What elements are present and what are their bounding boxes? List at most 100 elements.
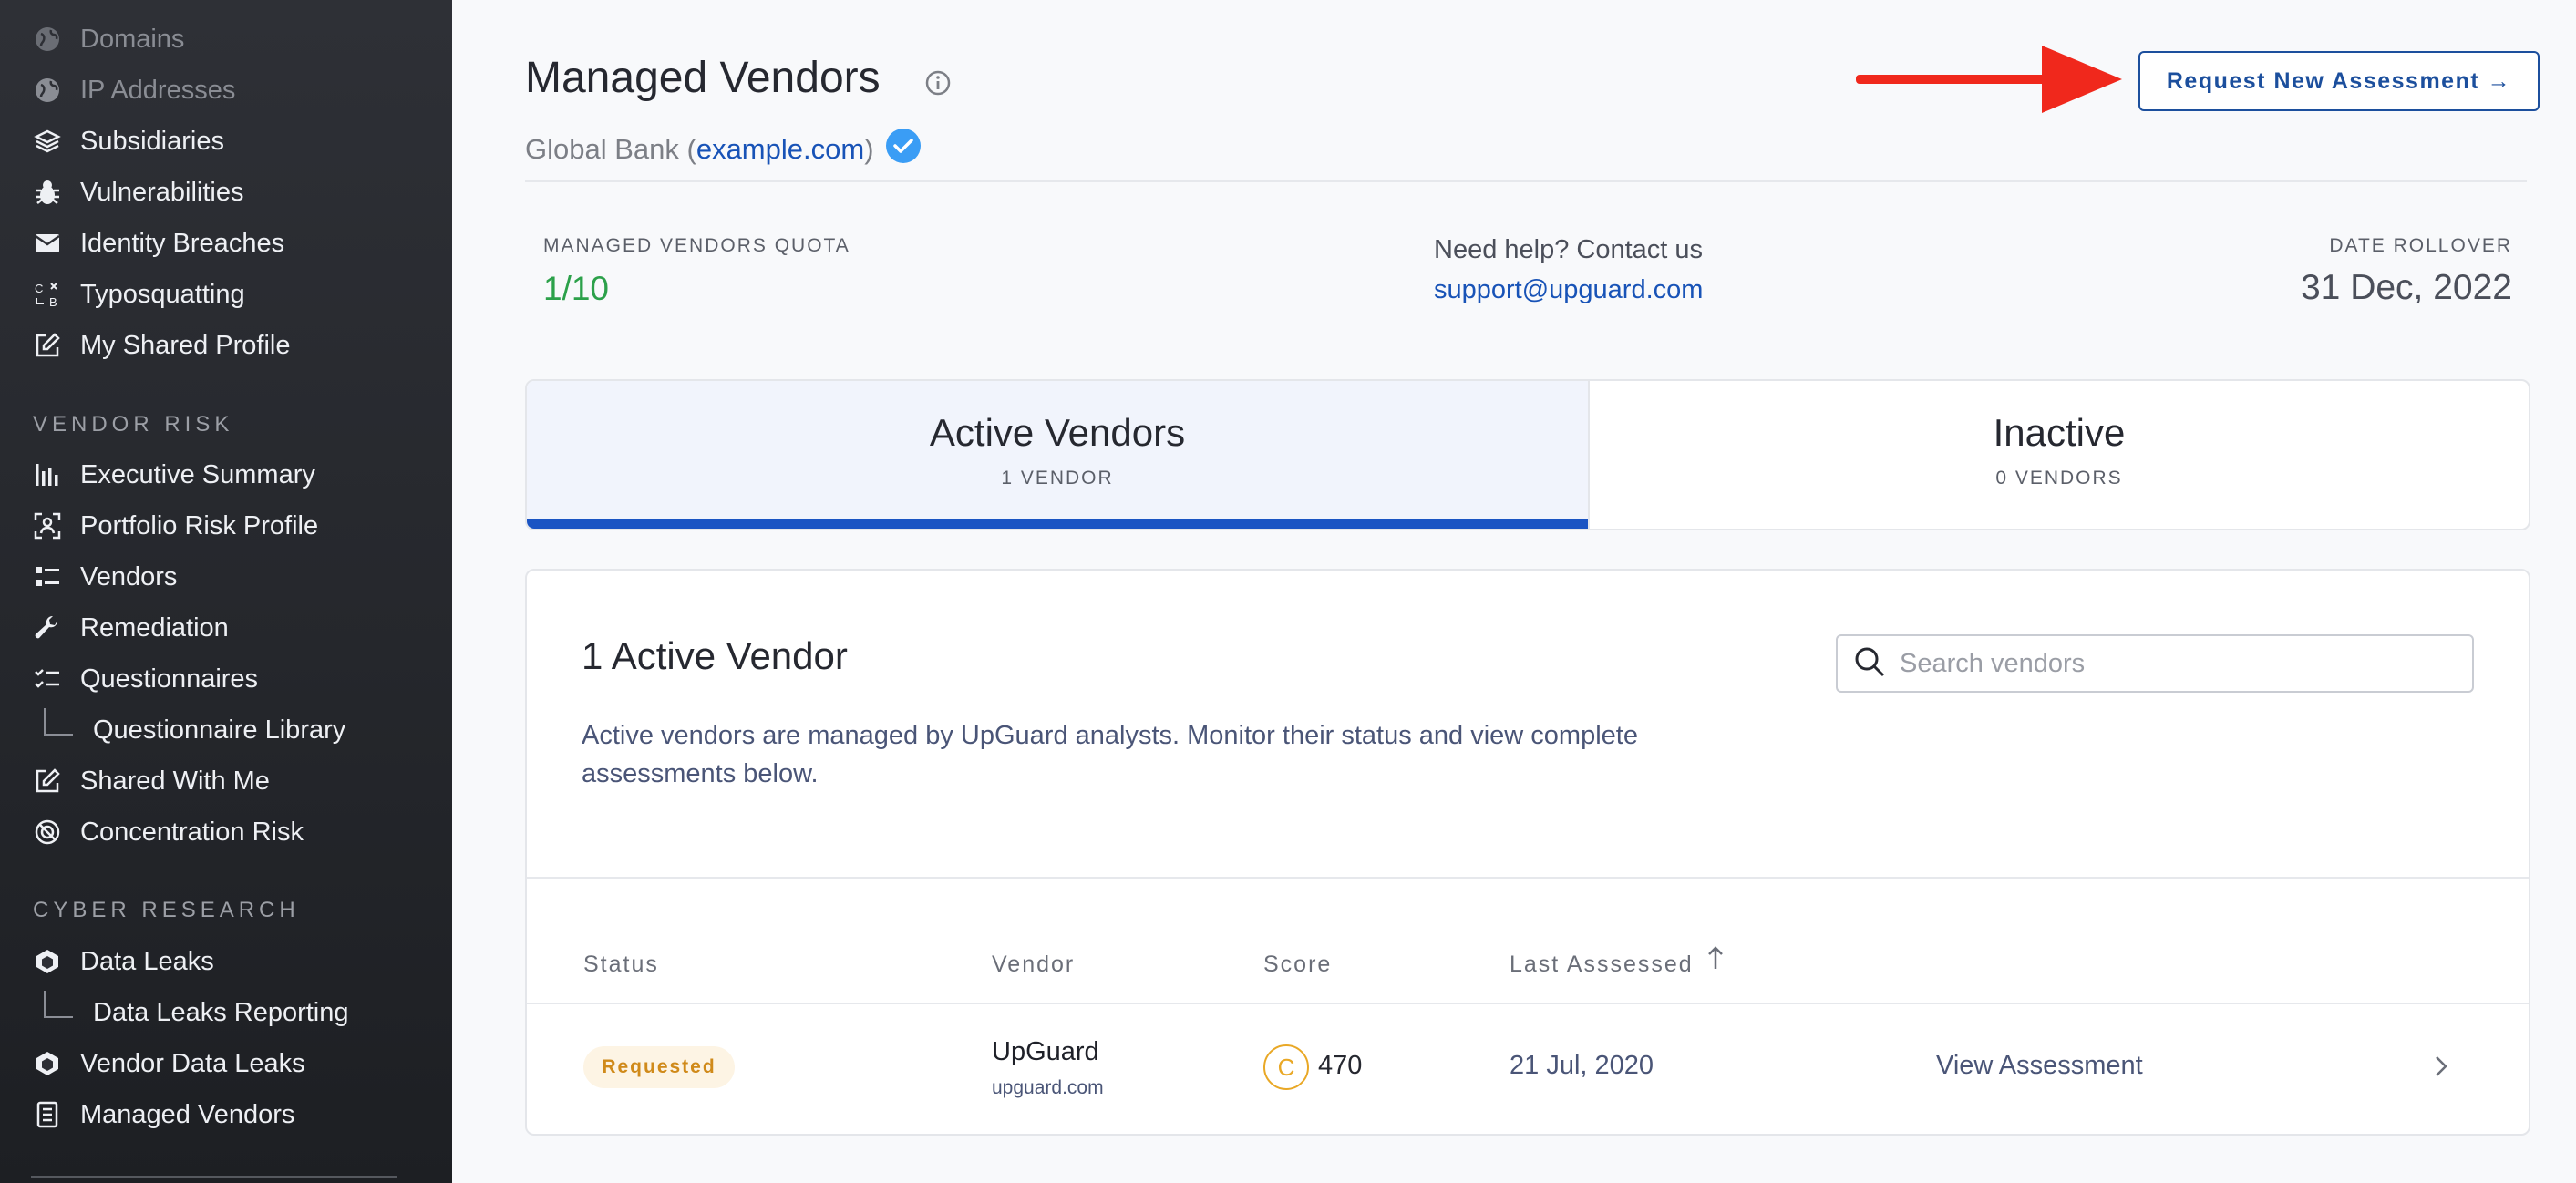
sidebar-item-label: IP Addresses bbox=[80, 75, 236, 105]
sidebar-item-label: Executive Summary bbox=[80, 459, 315, 489]
sidebar-item-typosquatting[interactable]: CB Typosquatting bbox=[31, 274, 245, 314]
wrench-icon bbox=[31, 612, 64, 644]
typosquat-icon: CB bbox=[31, 278, 64, 311]
sidebar-item-label: Vendor Data Leaks bbox=[80, 1048, 305, 1078]
list-icon bbox=[31, 561, 64, 593]
globe-icon bbox=[31, 74, 64, 107]
sidebar-item-vendor-data-leaks[interactable]: Vendor Data Leaks bbox=[31, 1044, 305, 1084]
sidebar: Domains IP Addresses Subsidiaries Vulner… bbox=[0, 0, 452, 1183]
main-content: Managed Vendors Global Bank (example.com… bbox=[452, 0, 2576, 1183]
tab-active-vendors[interactable]: Active Vendors 1 VENDOR bbox=[527, 381, 1590, 529]
search-icon bbox=[1852, 644, 1887, 684]
sidebar-item-label: Questionnaires bbox=[80, 664, 259, 694]
sidebar-item-label: Shared With Me bbox=[80, 766, 270, 796]
bug-icon bbox=[31, 176, 64, 209]
quota-label: MANAGED VENDORS QUOTA bbox=[543, 235, 850, 256]
section-vendor-risk: VENDOR RISK bbox=[33, 412, 234, 437]
sidebar-divider bbox=[31, 1176, 397, 1178]
sidebar-item-questionnaire-library[interactable]: Questionnaire Library bbox=[44, 708, 346, 750]
sidebar-item-data-leaks-reporting[interactable]: Data Leaks Reporting bbox=[44, 991, 349, 1033]
sidebar-item-label: Data Leaks Reporting bbox=[93, 997, 349, 1027]
annotation-arrow-icon bbox=[1856, 40, 2129, 127]
sidebar-item-label: Portfolio Risk Profile bbox=[80, 510, 319, 540]
cube-icon bbox=[31, 1047, 64, 1080]
card-divider bbox=[527, 877, 2529, 879]
org-name: Global Bank ( bbox=[525, 133, 696, 165]
last-assessed-date: 21 Jul, 2020 bbox=[1510, 1051, 1654, 1080]
page-title: Managed Vendors bbox=[525, 54, 881, 102]
verified-check-icon bbox=[885, 128, 922, 171]
svg-text:B: B bbox=[49, 295, 57, 309]
document-icon bbox=[31, 1098, 64, 1131]
sidebar-item-concentration-risk[interactable]: Concentration Risk bbox=[31, 812, 304, 852]
sidebar-item-label: Data Leaks bbox=[80, 946, 214, 976]
sort-ascending-icon bbox=[1706, 945, 1725, 977]
tree-branch-line bbox=[44, 708, 73, 736]
vendors-card: 1 Active Vendor Active vendors are manag… bbox=[525, 569, 2530, 1136]
sidebar-item-vulnerabilities[interactable]: Vulnerabilities bbox=[31, 172, 243, 212]
sidebar-item-label: Managed Vendors bbox=[80, 1099, 295, 1129]
sidebar-item-ip-addresses[interactable]: IP Addresses bbox=[31, 70, 235, 110]
tab-title: Active Vendors bbox=[929, 411, 1186, 454]
scan-icon bbox=[31, 509, 64, 542]
edit-icon bbox=[31, 765, 64, 797]
tree-branch-line bbox=[44, 991, 73, 1018]
support-email-link[interactable]: support@upguard.com bbox=[1434, 275, 1703, 305]
chevron-right-icon[interactable] bbox=[2432, 1054, 2450, 1084]
sidebar-item-subsidiaries[interactable]: Subsidiaries bbox=[31, 121, 224, 161]
org-domain-link[interactable]: example.com bbox=[696, 133, 864, 166]
score-value: 470 bbox=[1318, 1051, 1363, 1080]
column-header-last-assessed[interactable]: Last Asssessed bbox=[1510, 946, 1725, 978]
status-badge: Requested bbox=[583, 1046, 735, 1088]
column-header-status[interactable]: Status bbox=[583, 952, 659, 978]
sidebar-item-label: Vendors bbox=[80, 561, 178, 592]
sidebar-item-executive-summary[interactable]: Executive Summary bbox=[31, 455, 315, 495]
sidebar-item-label: Subsidiaries bbox=[80, 126, 224, 156]
sidebar-item-label: Vulnerabilities bbox=[80, 177, 244, 207]
column-header-label: Last Asssessed bbox=[1510, 952, 1694, 977]
bar-chart-icon bbox=[31, 458, 64, 491]
vendor-tabs: Active Vendors 1 VENDOR Inactive 0 VENDO… bbox=[525, 379, 2530, 530]
rollover-label: DATE ROLLOVER bbox=[2329, 235, 2512, 256]
page-subtitle: Global Bank (example.com) bbox=[525, 128, 922, 171]
sidebar-item-domains[interactable]: Domains bbox=[31, 19, 184, 59]
sidebar-item-my-shared-profile[interactable]: My Shared Profile bbox=[31, 325, 291, 365]
sidebar-item-label: Remediation bbox=[80, 612, 229, 643]
sidebar-item-label: My Shared Profile bbox=[80, 330, 291, 360]
view-assessment-link[interactable]: View Assessment bbox=[1936, 1051, 2143, 1081]
sidebar-item-vendors[interactable]: Vendors bbox=[31, 557, 177, 597]
column-header-score[interactable]: Score bbox=[1263, 952, 1332, 978]
sidebar-item-remediation[interactable]: Remediation bbox=[31, 608, 229, 648]
edit-icon bbox=[31, 329, 64, 362]
concentration-icon bbox=[31, 816, 64, 849]
envelope-icon bbox=[31, 227, 64, 260]
subtitle-suffix: ) bbox=[864, 133, 874, 165]
request-new-assessment-button[interactable]: Request New Assessment → bbox=[2138, 51, 2540, 111]
sidebar-item-portfolio-risk-profile[interactable]: Portfolio Risk Profile bbox=[31, 506, 318, 546]
quota-value: 1/10 bbox=[543, 270, 610, 307]
sidebar-item-managed-vendors[interactable]: Managed Vendors bbox=[31, 1095, 294, 1135]
card-title: 1 Active Vendor bbox=[582, 634, 848, 677]
search-input[interactable] bbox=[1898, 638, 2472, 689]
column-header-vendor[interactable]: Vendor bbox=[992, 952, 1075, 978]
tab-inactive[interactable]: Inactive 0 VENDORS bbox=[1590, 381, 2529, 529]
rollover-value: 31 Dec, 2022 bbox=[2300, 268, 2512, 307]
sidebar-item-label: Concentration Risk bbox=[80, 817, 304, 847]
sidebar-item-questionnaires[interactable]: Questionnaires bbox=[31, 659, 258, 699]
sidebar-item-label: Domains bbox=[80, 24, 185, 54]
sidebar-item-data-leaks[interactable]: Data Leaks bbox=[31, 941, 214, 982]
sidebar-item-label: Questionnaire Library bbox=[93, 715, 346, 745]
sidebar-item-label: Identity Breaches bbox=[80, 228, 285, 258]
svg-text:C: C bbox=[35, 282, 43, 295]
vendor-domain: upguard.com bbox=[992, 1077, 1104, 1098]
header-divider bbox=[525, 180, 2527, 182]
sidebar-item-shared-with-me[interactable]: Shared With Me bbox=[31, 761, 270, 801]
info-icon[interactable] bbox=[924, 69, 952, 101]
tab-title: Inactive bbox=[1993, 411, 2126, 454]
help-label: Need help? Contact us bbox=[1434, 235, 1704, 264]
vendor-name: UpGuard bbox=[992, 1037, 1099, 1066]
layers-icon bbox=[31, 125, 64, 158]
grade-badge: C bbox=[1263, 1044, 1309, 1090]
search-box bbox=[1836, 634, 2474, 693]
sidebar-item-identity-breaches[interactable]: Identity Breaches bbox=[31, 223, 284, 263]
